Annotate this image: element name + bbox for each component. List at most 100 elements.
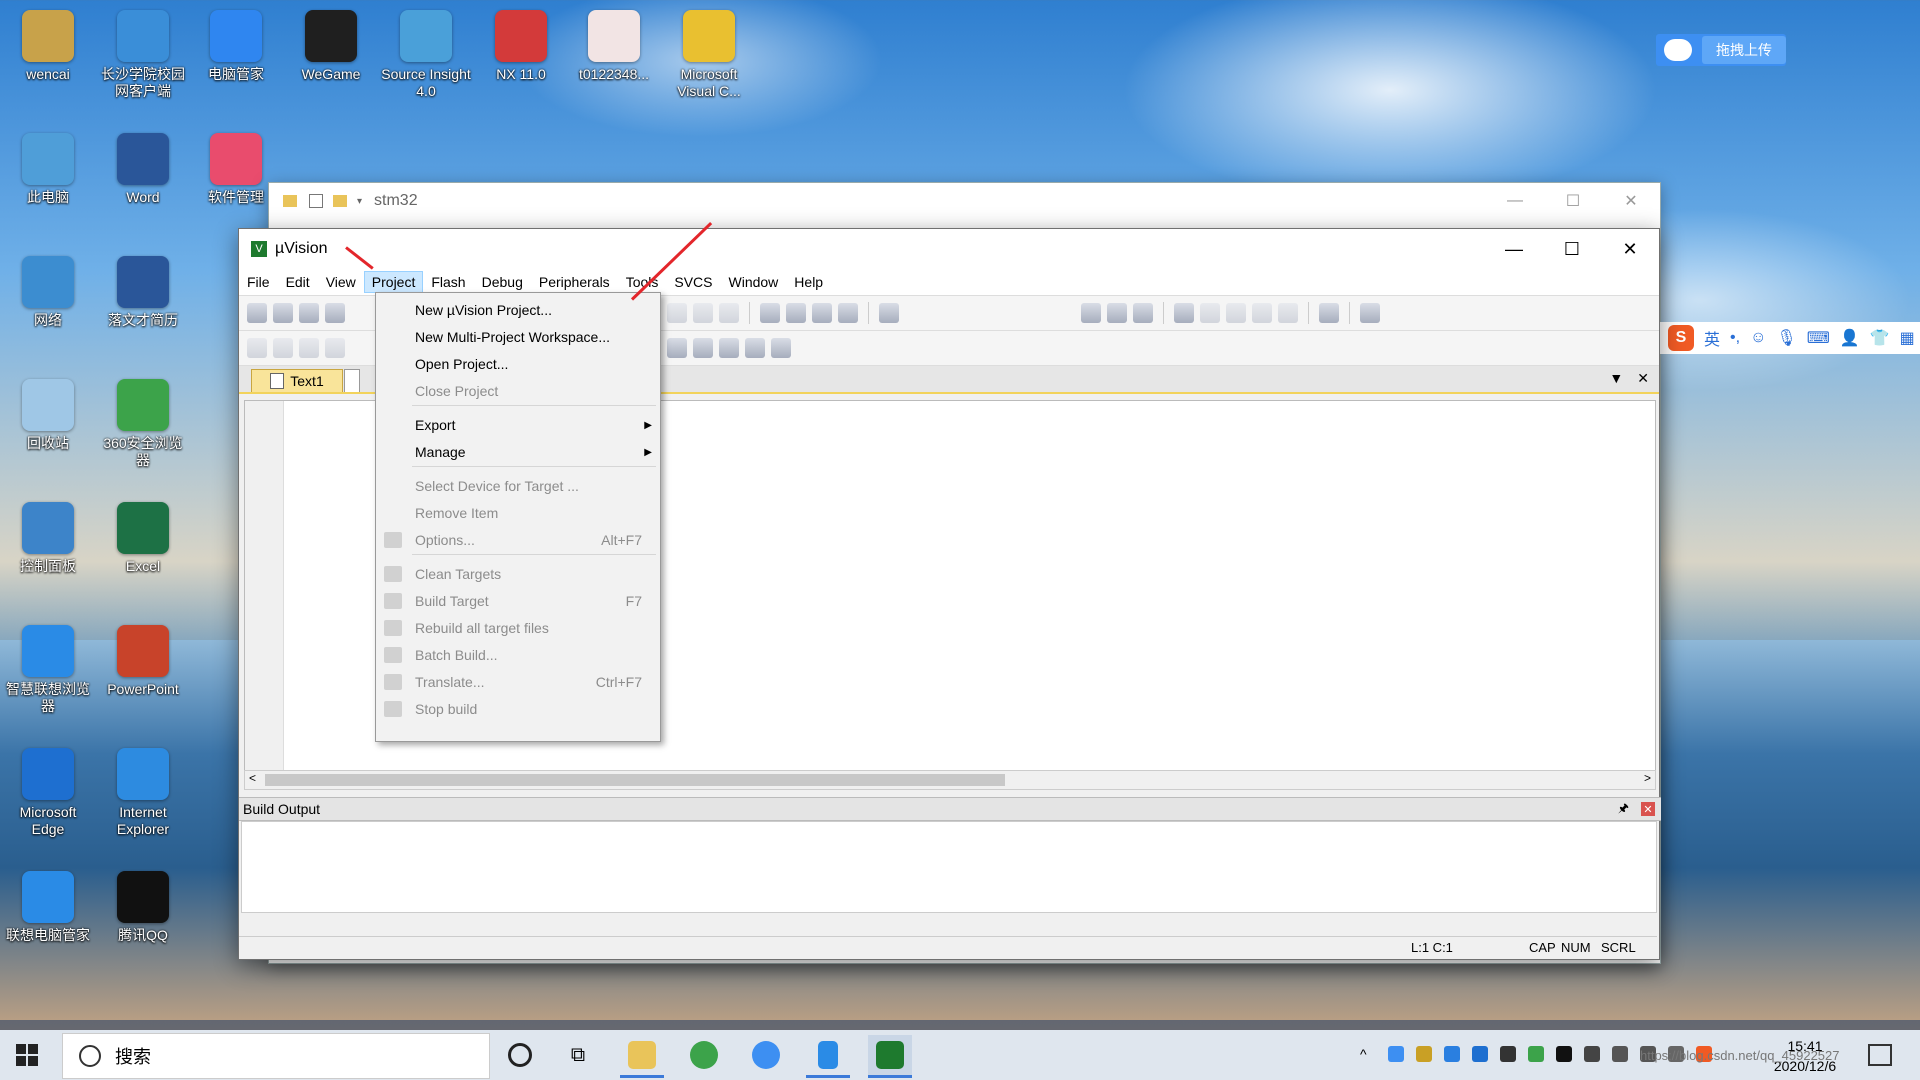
- desktop-icon[interactable]: 智慧联想浏览器: [2, 619, 94, 715]
- desktop-icon[interactable]: 网络: [2, 250, 94, 329]
- file-extensions-icon[interactable]: [693, 338, 713, 358]
- keyboard-icon[interactable]: ⌨: [1807, 328, 1830, 348]
- taskbar-baidu-netdisk[interactable]: [744, 1035, 788, 1075]
- project-menu-item[interactable]: New Multi-Project Workspace...: [376, 324, 660, 350]
- open-file-icon[interactable]: [273, 303, 293, 323]
- dropdown-box-icon[interactable]: [1081, 303, 1101, 323]
- translate-icon[interactable]: [247, 338, 267, 358]
- taskbar-phone-app[interactable]: [806, 1035, 850, 1078]
- chevron-down-icon[interactable]: ▾: [357, 196, 362, 207]
- explorer-maximize-button[interactable]: ☐: [1544, 183, 1602, 219]
- desktop-icon[interactable]: 回收站: [2, 373, 94, 452]
- project-menu-item[interactable]: Stop build: [376, 696, 660, 722]
- taskbar-file-explorer[interactable]: [620, 1035, 664, 1078]
- menu-help[interactable]: Help: [786, 271, 831, 293]
- find-icon[interactable]: [1107, 303, 1127, 323]
- desktop-icon[interactable]: 联想电脑管家: [2, 865, 94, 944]
- horizontal-scrollbar[interactable]: < >: [244, 770, 1656, 790]
- desktop-icon[interactable]: 长沙学院校园网客户端: [97, 4, 189, 100]
- menu-edit[interactable]: Edit: [278, 271, 318, 293]
- tab-text1[interactable]: Text1: [251, 369, 343, 392]
- desktop-icon[interactable]: Excel: [97, 496, 189, 575]
- desktop-icon[interactable]: WeGame: [285, 4, 377, 83]
- project-menu-item[interactable]: Clean Targets: [376, 561, 660, 587]
- configure-wrench-icon[interactable]: [1360, 303, 1380, 323]
- project-menu-item[interactable]: Open Project...: [376, 351, 660, 377]
- user-icon[interactable]: 👤: [1840, 328, 1860, 348]
- wegame-tray-icon[interactable]: [1416, 1046, 1432, 1062]
- project-menu-item[interactable]: Select Device for Target ...: [376, 473, 660, 499]
- incremental-find-icon[interactable]: [1133, 303, 1153, 323]
- desktop-icon[interactable]: 电脑管家: [190, 4, 282, 83]
- desktop-icon[interactable]: Microsoft Visual C...: [663, 4, 755, 100]
- tab-list-dropdown-icon[interactable]: ▼: [1609, 370, 1623, 387]
- desktop-icon[interactable]: 此电脑: [2, 127, 94, 206]
- desktop-icon[interactable]: NX 11.0: [475, 4, 567, 83]
- menu-view[interactable]: View: [318, 271, 364, 293]
- breakpoint-kill-icon[interactable]: [1252, 303, 1272, 323]
- project-menu-item[interactable]: Batch Build...: [376, 642, 660, 668]
- cortana-button[interactable]: [498, 1035, 542, 1075]
- qq-tray-icon[interactable]: [1556, 1046, 1572, 1062]
- desktop-icon[interactable]: Source Insight 4.0: [380, 4, 472, 100]
- menu-flash[interactable]: Flash: [423, 271, 473, 293]
- explorer-minimize-button[interactable]: —: [1486, 183, 1544, 219]
- taskbar-360-browser[interactable]: [682, 1035, 726, 1075]
- k-tray-icon[interactable]: [1444, 1046, 1460, 1062]
- desktop-icon[interactable]: t0122348...: [568, 4, 660, 83]
- unindent-icon[interactable]: [786, 303, 806, 323]
- menu-file[interactable]: File: [239, 271, 278, 293]
- desktop-icon[interactable]: 腾讯QQ: [97, 865, 189, 944]
- minimize-button[interactable]: —: [1485, 229, 1543, 269]
- project-menu-item[interactable]: Rebuild all target files: [376, 615, 660, 641]
- project-menu-item[interactable]: Manage ▶: [376, 439, 660, 465]
- chevron-up-icon[interactable]: ^: [1360, 1046, 1376, 1062]
- pin-icon[interactable]: 🖈: [1618, 799, 1629, 820]
- skin-icon[interactable]: 👕: [1870, 328, 1890, 348]
- microphone-icon[interactable]: 🎙: [1776, 328, 1796, 348]
- security-tray-icon[interactable]: [1584, 1046, 1600, 1062]
- build-icon[interactable]: [273, 338, 293, 358]
- comment-icon[interactable]: [812, 303, 832, 323]
- find-in-files-icon[interactable]: [879, 303, 899, 323]
- rebuild-icon[interactable]: [299, 338, 319, 358]
- grid-icon[interactable]: ▦: [1900, 328, 1915, 348]
- breakpoint-disable-icon[interactable]: [1226, 303, 1246, 323]
- notification-icon[interactable]: [1868, 1044, 1892, 1066]
- project-menu-item[interactable]: Export ▶: [376, 412, 660, 438]
- window-layout-icon[interactable]: [1319, 303, 1339, 323]
- emoji-icon[interactable]: ☺: [1750, 329, 1766, 347]
- run-time-environment-icon[interactable]: [771, 338, 791, 358]
- project-menu-item[interactable]: Close Project: [376, 378, 660, 404]
- scroll-right-icon[interactable]: >: [1644, 771, 1651, 785]
- desktop-icon[interactable]: PowerPoint: [97, 619, 189, 698]
- manage-components-icon[interactable]: [719, 338, 739, 358]
- ime-mode[interactable]: 英: [1704, 326, 1720, 350]
- netdisk-tray-icon[interactable]: [1388, 1046, 1404, 1062]
- wifi-icon[interactable]: [1612, 1046, 1628, 1062]
- menu-peripherals[interactable]: Peripherals: [531, 271, 618, 293]
- project-menu-item[interactable]: Build Target F7: [376, 588, 660, 614]
- desktop-icon[interactable]: Word: [97, 127, 189, 206]
- breakpoint-icon[interactable]: [1200, 303, 1220, 323]
- project-menu-item[interactable]: Options... Alt+F7: [376, 527, 660, 553]
- browser-tray-icon[interactable]: [1528, 1046, 1544, 1062]
- desktop-icon[interactable]: wencai: [2, 4, 94, 83]
- explorer-close-button[interactable]: ✕: [1602, 183, 1660, 219]
- indent-icon[interactable]: [760, 303, 780, 323]
- scrollbar-thumb[interactable]: [265, 774, 1005, 786]
- scroll-left-icon[interactable]: <: [249, 771, 256, 785]
- build-output-panel[interactable]: [241, 821, 1657, 913]
- select-packs-icon[interactable]: [745, 338, 765, 358]
- desktop-icon[interactable]: 控制面板: [2, 496, 94, 575]
- battery-icon[interactable]: [1500, 1046, 1516, 1062]
- save-icon[interactable]: [299, 303, 319, 323]
- breakpoint-kill-all-icon[interactable]: [1278, 303, 1298, 323]
- build-output-close-icon[interactable]: ✕: [1641, 802, 1655, 816]
- desktop-icon[interactable]: Microsoft Edge: [2, 742, 94, 838]
- bookmark-prev-icon[interactable]: [693, 303, 713, 323]
- uncomment-icon[interactable]: [838, 303, 858, 323]
- desktop-icon[interactable]: Internet Explorer: [97, 742, 189, 838]
- batch-build-icon[interactable]: [325, 338, 345, 358]
- project-menu-item[interactable]: Translate... Ctrl+F7: [376, 669, 660, 695]
